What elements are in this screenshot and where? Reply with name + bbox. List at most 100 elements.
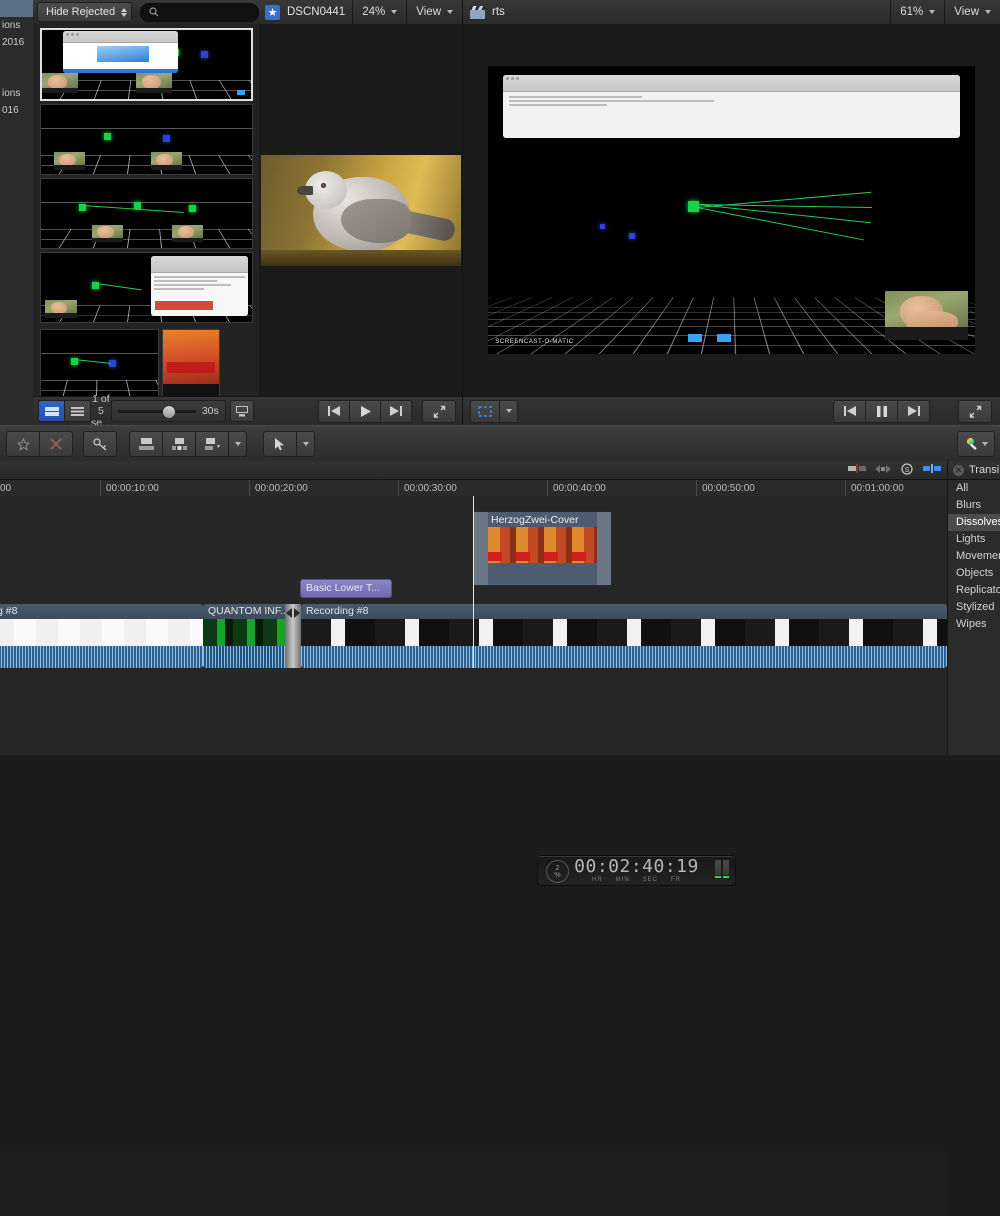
playhead[interactable]	[473, 496, 474, 668]
timecode-dashboard[interactable]: 2 % 00:02:40:19 HR MIN SEC FR	[537, 855, 736, 886]
go-to-end-icon[interactable]	[380, 399, 412, 423]
transition-category[interactable]: Objects	[948, 565, 1000, 582]
project-viewer-canvas[interactable]: SCREENCAST-O-MATIC	[463, 24, 1000, 396]
transition-category[interactable]: Replicator	[948, 582, 1000, 599]
connected-clip-label: HerzogZwei-Cover	[491, 514, 579, 526]
timeline-index-icon[interactable]	[848, 464, 866, 476]
library-row[interactable]: ions	[0, 85, 33, 102]
timeline-clip[interactable]: Recording #8	[301, 604, 947, 668]
browser-filmstrip-list[interactable]	[33, 24, 259, 396]
audio-skimming-icon[interactable]	[875, 464, 891, 477]
browser-search-field[interactable]	[140, 2, 259, 22]
clip-appearance-icon[interactable]	[229, 400, 254, 422]
event-viewer-footer	[259, 396, 462, 425]
library-row[interactable]: 016	[0, 102, 33, 119]
insert-edit-button[interactable]	[162, 431, 195, 457]
transition-category[interactable]: All	[948, 480, 1000, 497]
library-row[interactable]	[0, 0, 33, 17]
pause-icon[interactable]	[865, 399, 897, 423]
duration-slider-knob[interactable]	[161, 405, 176, 419]
reject-button[interactable]	[39, 431, 73, 457]
go-to-end-icon[interactable]	[897, 399, 930, 423]
chevron-down-icon	[302, 442, 309, 446]
browser-clip-row	[33, 326, 259, 396]
go-to-start-icon[interactable]	[833, 399, 865, 423]
search-input[interactable]	[164, 5, 239, 19]
connect-edit-button[interactable]	[195, 431, 228, 457]
library-row[interactable]: 2016	[0, 34, 33, 51]
play-icon[interactable]	[349, 399, 380, 423]
browser-view-toggle[interactable]	[38, 400, 91, 422]
transitions-category-list[interactable]: All Blurs Dissolves Lights Movement Obje…	[948, 480, 1000, 633]
zoom-level-menu[interactable]: 61%	[891, 0, 944, 24]
unit-fr: FR	[671, 877, 681, 883]
event-transport-controls[interactable]	[318, 399, 412, 423]
browser-footer: 1 of 5 se... 30s	[33, 393, 259, 429]
chevron-down-icon	[505, 409, 512, 413]
arrow-select-icon[interactable]	[263, 431, 296, 457]
embedded-browser-window	[502, 74, 961, 138]
fullscreen-icon[interactable]	[958, 399, 992, 423]
view-menu[interactable]: View	[945, 0, 1000, 24]
browser-clip-item[interactable]	[40, 28, 253, 101]
title-clip[interactable]: Basic Lower T...	[300, 579, 392, 598]
transform-tool-menu[interactable]	[499, 399, 518, 423]
solo-icon[interactable]: S	[900, 462, 914, 478]
browser-clip-item[interactable]	[40, 329, 159, 396]
timecode-field[interactable]: 00:02:40:19 HR MIN SEC FR	[538, 858, 735, 884]
tool-menu[interactable]	[296, 431, 315, 457]
event-viewer-canvas[interactable]	[259, 24, 462, 396]
transition-category[interactable]: Movement	[948, 548, 1000, 565]
fullscreen-icon[interactable]	[422, 399, 456, 423]
connected-clip[interactable]: HerzogZwei-Cover	[473, 511, 612, 586]
timeline-canvas[interactable]: HerzogZwei-Cover Basic Lower T... g #8 Q…	[0, 496, 947, 755]
list-view-icon[interactable]	[64, 400, 91, 422]
audio-meters[interactable]	[715, 860, 729, 878]
tool-selector[interactable]	[263, 431, 315, 457]
edit-options-menu[interactable]	[228, 431, 247, 457]
duration-slider-track[interactable]	[117, 404, 196, 419]
clip-appearance-icon[interactable]	[923, 464, 941, 476]
zoom-level-menu[interactable]: 24%	[353, 0, 406, 24]
hide-rejected-popup[interactable]: Hide Rejected	[37, 2, 133, 22]
edit-buttons[interactable]	[129, 431, 247, 457]
favorite-button[interactable]	[6, 431, 39, 457]
keyword-button[interactable]	[83, 431, 117, 457]
timeline-clip[interactable]: QUANTOM INF...	[203, 604, 291, 668]
svg-text:S: S	[905, 467, 910, 474]
connected-clip-thumbnails	[488, 527, 597, 563]
browser-clip-item[interactable]	[40, 178, 253, 249]
browser-clip-item[interactable]	[162, 329, 220, 396]
clapperboard-icon	[470, 5, 485, 19]
main-toolbar: 2 % 00:02:40:19 HR MIN SEC FR	[0, 425, 1000, 886]
go-to-start-icon[interactable]	[318, 399, 349, 423]
transform-tool-group[interactable]	[470, 399, 518, 423]
star-icon[interactable]: ★	[265, 4, 280, 20]
chevron-updown-icon	[121, 7, 128, 17]
browser-clip-item[interactable]	[40, 104, 253, 175]
timeline-clip[interactable]: g #8	[0, 604, 203, 668]
transition-category[interactable]: Dissolves	[948, 514, 1000, 531]
clip-duration-slider[interactable]: 30s	[110, 400, 226, 422]
enhancements-button[interactable]	[957, 431, 995, 457]
transform-tool-icon[interactable]	[470, 399, 499, 423]
view-menu[interactable]: View	[407, 0, 462, 24]
transition-clip[interactable]	[285, 604, 301, 668]
view-menu-label: View	[416, 6, 441, 18]
timeline-tools[interactable]: S	[848, 462, 941, 478]
rating-buttons[interactable]	[6, 431, 73, 457]
close-icon[interactable]: ✕	[953, 464, 964, 476]
filmstrip-view-icon[interactable]	[38, 400, 64, 422]
browser-clip-item[interactable]	[40, 252, 253, 323]
project-transport-controls[interactable]	[833, 399, 930, 423]
transition-category[interactable]: Lights	[948, 531, 1000, 548]
library-row[interactable]: ions	[0, 17, 33, 34]
final-cut-pro-window: ions 2016 ions 016 Hide Rejected 1 of 5 …	[0, 0, 1000, 1216]
transition-category[interactable]: Wipes	[948, 616, 1000, 633]
transition-category[interactable]: Stylized	[948, 599, 1000, 616]
library-sidebar[interactable]: ions 2016 ions 016	[0, 0, 34, 425]
selection-status: 1 of 5 se...	[91, 393, 111, 429]
zoom-level-value: 24%	[362, 6, 386, 18]
append-edit-button[interactable]	[129, 431, 162, 457]
transition-category[interactable]: Blurs	[948, 497, 1000, 514]
